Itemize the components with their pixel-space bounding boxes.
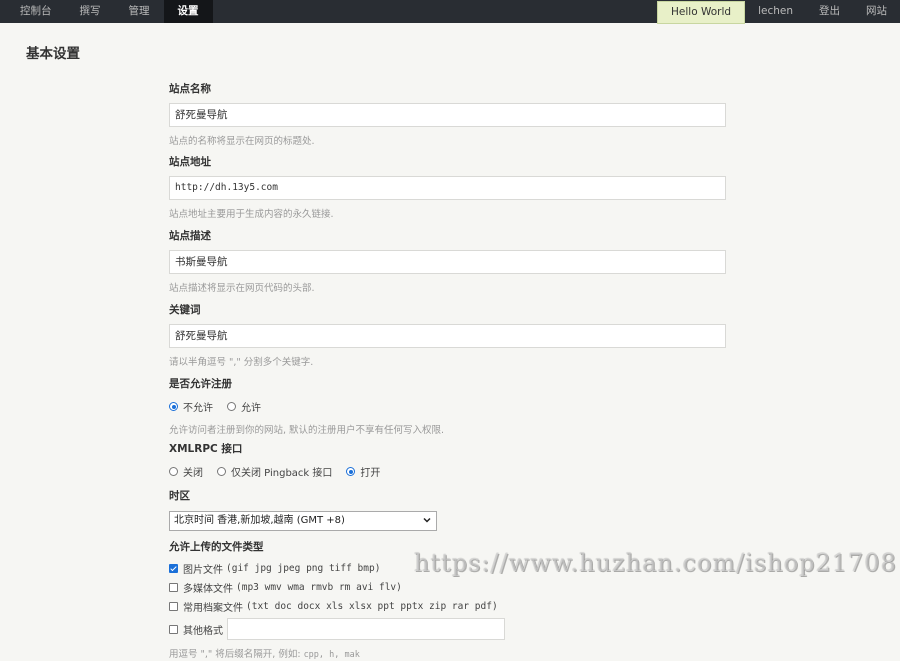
- site-url-label: 站点地址: [169, 156, 211, 168]
- register-option-allow[interactable]: 允许: [241, 399, 261, 414]
- xmlrpc-radio-off[interactable]: [169, 467, 178, 476]
- register-label: 是否允许注册: [169, 378, 232, 390]
- upload-documents-checkbox[interactable]: [169, 601, 178, 611]
- top-navbar: 控制台 撰写 管理 设置 Hello World lechen 登出 网站: [0, 0, 900, 24]
- site-desc-input[interactable]: 书斯曼导航: [169, 250, 726, 274]
- nav-site[interactable]: 网站: [853, 0, 900, 23]
- chevron-down-icon: [423, 517, 431, 523]
- register-radio-disallow[interactable]: [169, 402, 178, 411]
- xmlrpc-option-pingback[interactable]: 仅关闭 Pingback 接口: [231, 464, 332, 479]
- nav-hello-world[interactable]: Hello World: [657, 1, 746, 24]
- keywords-input[interactable]: 舒死曼导航: [169, 324, 726, 348]
- field-xmlrpc: XMLRPC 接口 关闭 仅关闭 Pingback 接口 打开: [169, 441, 729, 479]
- field-site-url: 站点地址 http://dh.13y5.com 站点地址主要用于生成内容的永久链…: [169, 154, 729, 220]
- watermark-text: https://www.huzhan.com/ishop21708: [414, 549, 897, 577]
- field-register: 是否允许注册 不允许 允许 允许访问者注册到你的网站, 默认的注册用户不享有任何…: [169, 376, 729, 436]
- keywords-label: 关键词: [169, 304, 201, 316]
- register-radio-allow[interactable]: [227, 402, 236, 411]
- field-keywords: 关键词 舒死曼导航 请以半角逗号 "," 分割多个关键字.: [169, 302, 729, 368]
- site-url-input[interactable]: http://dh.13y5.com: [169, 176, 726, 200]
- upload-other-input[interactable]: [227, 618, 505, 640]
- upload-other-checkbox[interactable]: [169, 624, 178, 634]
- timezone-select[interactable]: 北京时间 香港,新加坡,越南 (GMT +8): [169, 511, 437, 531]
- nav-left: 控制台 撰写 管理 设置: [6, 0, 213, 23]
- uploads-desc-prefix: 用逗号 "," 将后缀名隔开, 例如:: [169, 649, 304, 660]
- timezone-selected-value: 北京时间 香港,新加坡,越南 (GMT +8): [174, 515, 345, 526]
- field-site-desc: 站点描述 书斯曼导航 站点描述将显示在网页代码的头部.: [169, 228, 729, 294]
- register-radio-group: 不允许 允许: [169, 399, 729, 414]
- upload-images-exts: (gif jpg jpeg png tiff bmp): [226, 562, 381, 574]
- field-timezone: 时区 北京时间 香港,新加坡,越南 (GMT +8): [169, 488, 729, 531]
- site-url-desc: 站点地址主要用于生成内容的永久链接.: [169, 209, 334, 220]
- upload-media-name: 多媒体文件: [183, 583, 233, 595]
- upload-item-documents[interactable]: 常用档案文件 (txt doc docx xls xlsx ppt pptx z…: [169, 599, 729, 614]
- upload-documents-exts: (txt doc docx xls xlsx ppt pptx zip rar …: [246, 600, 498, 612]
- upload-media-checkbox[interactable]: [169, 582, 178, 592]
- field-site-name: 站点名称 舒死曼导航 站点的名称将显示在网页的标题处.: [169, 81, 729, 147]
- xmlrpc-radio-on[interactable]: [346, 467, 356, 476]
- uploads-desc-example: cpp, h, mak: [303, 650, 360, 660]
- upload-item-other[interactable]: 其他格式: [169, 618, 729, 640]
- xmlrpc-radio-group: 关闭 仅关闭 Pingback 接口 打开: [169, 464, 729, 479]
- register-option-disallow[interactable]: 不允许: [183, 399, 213, 414]
- nav-write[interactable]: 撰写: [66, 0, 115, 23]
- nav-user[interactable]: lechen: [745, 0, 806, 23]
- page-title: 基本设置: [26, 46, 80, 62]
- site-name-desc: 站点的名称将显示在网页的标题处.: [169, 136, 315, 147]
- nav-right: Hello World lechen 登出 网站: [657, 0, 900, 24]
- timezone-label: 时区: [169, 490, 190, 502]
- upload-documents-name: 常用档案文件: [183, 602, 243, 614]
- site-name-input[interactable]: 舒死曼导航: [169, 103, 726, 127]
- nav-settings[interactable]: 设置: [163, 0, 213, 23]
- xmlrpc-radio-pingback[interactable]: [217, 467, 226, 476]
- xmlrpc-option-on[interactable]: 打开: [360, 464, 380, 479]
- keywords-desc: 请以半角逗号 "," 分割多个关键字.: [169, 357, 314, 368]
- register-desc: 允许访问者注册到你的网站, 默认的注册用户不享有任何写入权限.: [169, 425, 445, 436]
- nav-dashboard[interactable]: 控制台: [6, 0, 66, 23]
- uploads-desc: 用逗号 "," 将后缀名隔开, 例如: cpp, h, mak: [169, 646, 729, 660]
- upload-images-checkbox[interactable]: [169, 563, 178, 573]
- xmlrpc-option-off[interactable]: 关闭: [183, 464, 203, 479]
- upload-images-name: 图片文件: [183, 564, 223, 576]
- site-name-label: 站点名称: [169, 83, 211, 95]
- xmlrpc-label: XMLRPC 接口: [169, 443, 243, 455]
- upload-item-media[interactable]: 多媒体文件 (mp3 wmv wma rmvb rm avi flv): [169, 580, 729, 595]
- nav-manage[interactable]: 管理: [115, 0, 164, 23]
- nav-logout[interactable]: 登出: [806, 0, 853, 23]
- upload-other-label: 其他格式: [183, 625, 223, 637]
- site-desc-label: 站点描述: [169, 230, 211, 242]
- upload-media-exts: (mp3 wmv wma rmvb rm avi flv): [236, 581, 402, 593]
- site-desc-desc: 站点描述将显示在网页代码的头部.: [169, 283, 315, 294]
